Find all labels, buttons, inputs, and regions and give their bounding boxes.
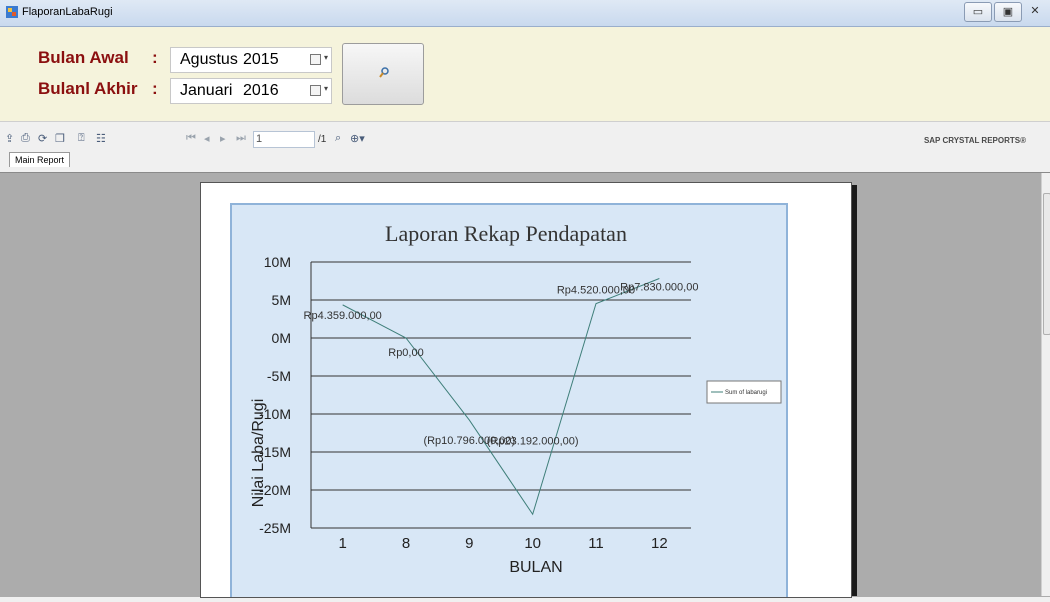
page-number-input[interactable]: 1 [253, 131, 315, 148]
first-page-icon[interactable]: ⏮ [186, 132, 196, 145]
app-icon [6, 6, 18, 18]
chart: Laporan Rekap Pendapatan Nilai Laba/Rugi… [230, 203, 788, 601]
legend-label: Sum of labarugi [725, 390, 767, 396]
window-title: FlaporanLabaRugi [22, 6, 113, 18]
filter-panel: Bulan Awal : Agustus 2015 ▾ Bulanl Akhir… [0, 27, 1050, 122]
minimize-button[interactable]: ▭ [964, 2, 992, 22]
title-bar: FlaporanLabaRugi ▭ ▣ ✕ [0, 0, 1050, 27]
y-tick-label: -20M [259, 482, 291, 498]
x-tick-label: 10 [524, 535, 541, 552]
tab-bar [0, 150, 1050, 172]
close-button[interactable]: ✕ [1024, 2, 1046, 20]
colon: : [152, 79, 158, 98]
y-tick-label: -25M [259, 520, 291, 536]
start-month-label: Bulan Awal [38, 48, 129, 67]
page-total: /1 [318, 134, 327, 145]
data-label: Rp7.830.000,00 [620, 281, 698, 293]
help-icon[interactable]: ⍰ [78, 132, 85, 145]
y-tick-label: -10M [259, 406, 291, 422]
y-tick-label: 10M [264, 254, 291, 270]
last-page-icon[interactable]: ⏭ [236, 132, 246, 145]
prev-page-icon[interactable]: ◂ [204, 132, 210, 145]
data-label: (Rp23.192.000,00) [487, 435, 579, 447]
calendar-icon [310, 85, 321, 96]
end-month-value: Januari [180, 82, 233, 99]
calendar-icon [310, 54, 321, 65]
refresh-icon[interactable]: ⟳ [38, 132, 47, 145]
x-tick-label: 1 [338, 535, 346, 552]
maximize-button[interactable]: ▣ [994, 2, 1022, 22]
y-tick-label: -5M [267, 368, 291, 384]
y-tick-label: 5M [272, 292, 291, 308]
magnifier-icon [379, 67, 389, 78]
report-toolbar: ⇪ ⎙ ⟳ ❐ ⍰ ☷ ⏮ ◂ ▸ ⏭ ⌕ ⊕▾ [0, 130, 1050, 150]
data-label: Rp4.359.000,00 [304, 310, 382, 322]
end-date-picker[interactable]: Januari 2016 ▾ [170, 78, 332, 104]
vertical-scrollbar[interactable] [1041, 173, 1050, 596]
page-number-value: 1 [256, 133, 263, 145]
end-month-label: Bulanl Akhir [38, 79, 138, 98]
export-icon[interactable]: ⇪ [5, 132, 14, 145]
x-tick-label: 8 [402, 535, 410, 552]
next-page-icon[interactable]: ▸ [220, 132, 226, 145]
x-tick-label: 11 [588, 535, 604, 552]
print-icon[interactable]: ⎙ [21, 132, 30, 145]
y-tick-label: 0M [272, 330, 291, 346]
copy-icon[interactable]: ❐ [55, 132, 65, 145]
x-tick-label: 9 [465, 535, 473, 552]
x-axis-label: BULAN [509, 559, 562, 576]
group-tree-icon[interactable]: ☷ [96, 132, 106, 145]
find-icon[interactable]: ⌕ [335, 132, 341, 145]
end-year-value: 2016 [243, 82, 279, 99]
x-tick-label: 12 [651, 535, 668, 552]
chevron-down-icon: ▾ [323, 84, 328, 93]
start-month-value: Agustus [180, 51, 238, 68]
chevron-down-icon: ▾ [323, 53, 328, 62]
scrollbar-thumb[interactable] [1043, 193, 1050, 335]
zoom-icon[interactable]: ⊕▾ [350, 132, 365, 145]
start-date-picker[interactable]: Agustus 2015 ▾ [170, 47, 332, 73]
y-tick-label: -15M [259, 444, 291, 460]
tab-main-report[interactable]: Main Report [9, 152, 71, 167]
chart-area [230, 203, 788, 601]
chart-title: Laporan Rekap Pendapatan [385, 221, 627, 246]
data-label: Rp0,00 [388, 347, 423, 359]
search-button[interactable] [342, 43, 424, 105]
brand-label: SAP CRYSTAL REPORTS® [923, 136, 1026, 145]
start-year-value: 2015 [243, 51, 279, 68]
colon: : [152, 48, 158, 67]
report-page: Laporan Rekap Pendapatan Nilai Laba/Rugi… [200, 182, 852, 601]
